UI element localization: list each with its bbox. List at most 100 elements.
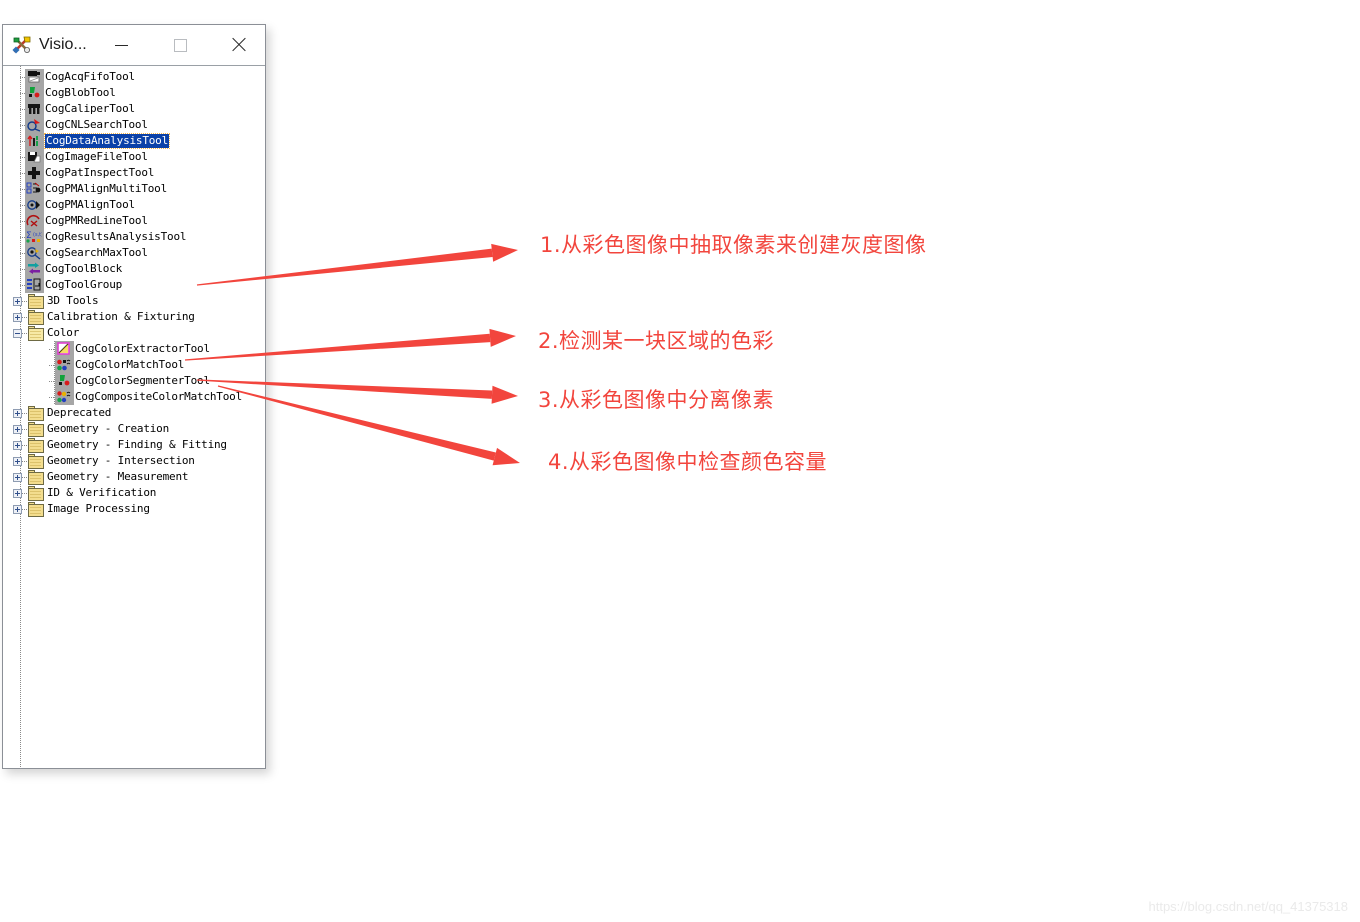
expand-plus-icon[interactable] [13,313,22,322]
tree-item-label: CogSearchMaxTool [45,246,148,259]
tree-tool-row[interactable]: CogColorMatchTool [3,357,265,373]
color-match-tool-icon [56,358,72,372]
folder-icon [28,454,44,469]
tree-elbow [20,269,25,270]
tree-folder-row[interactable]: Geometry - Intersection [3,453,265,469]
pmredline-tool-icon [26,214,42,228]
tree-elbow [20,253,25,254]
tree-folder-row[interactable]: Geometry - Measurement [3,469,265,485]
tree-item-label: Geometry - Creation [47,422,170,435]
expand-plus-icon[interactable] [13,441,22,450]
tree-elbow [22,317,27,318]
tree-subtrunk-line [54,341,55,405]
expand-plus-icon[interactable] [13,489,22,498]
tree-elbow [20,77,25,78]
minimize-button[interactable] [99,25,143,65]
tree-tool-row[interactable]: CogPatInspectTool [3,165,265,181]
tree-tool-row[interactable]: CogColorSegmenterTool [3,373,265,389]
window-title: Visio... [39,36,87,53]
tree-elbow [20,93,25,94]
tree-folder-row[interactable]: ID & Verification [3,485,265,501]
tree-item-label: Color [47,326,80,339]
tree-item-label: Geometry - Measurement [47,470,189,483]
tree-tool-row[interactable]: CogPMAlignMultiTool [3,181,265,197]
tree-item-label: CogToolGroup [45,278,123,291]
tree-tool-row[interactable]: CogBlobTool [3,85,265,101]
search-tool-icon [26,118,42,132]
tree-folder-row[interactable]: Geometry - Creation [3,421,265,437]
expand-plus-icon[interactable] [13,505,22,514]
tree-tool-row[interactable]: Σ(s,t)CogResultsAnalysisTool [3,229,265,245]
expand-plus-icon[interactable] [13,409,22,418]
close-icon [231,37,247,53]
tree-item-label: CogPatInspectTool [45,166,155,179]
close-button[interactable] [217,25,261,65]
window-titlebar[interactable]: Visio... [3,25,265,66]
watermark: https://blog.csdn.net/qq_41375318 [1148,899,1349,914]
tree-item-label: 3D Tools [47,294,99,307]
tree-elbow [22,413,27,414]
maximize-button[interactable] [158,25,202,65]
expand-plus-icon[interactable] [13,425,22,434]
folder-icon [28,422,44,437]
visio-tool-palette-window: Visio... CogAcqFifoTool CogBlobTool CogCal… [2,24,266,769]
folder-icon [28,438,44,453]
tree-item-label: CogToolBlock [45,262,123,275]
tree-elbow [22,333,27,334]
tool-tree[interactable]: CogAcqFifoTool CogBlobTool CogCaliperTool C… [3,66,265,767]
maximize-icon [173,38,187,52]
color-extractor-tool-icon [56,342,72,356]
tree-tool-row[interactable]: CogToolBlock [3,261,265,277]
expand-plus-icon[interactable] [13,457,22,466]
tree-item-label: CogCaliperTool [45,102,135,115]
folder-icon [28,486,44,501]
tree-tool-row[interactable]: CogToolGroup [3,277,265,293]
tree-item-label: CogColorExtractorTool [75,342,210,355]
tool-group-icon [26,278,42,292]
caliper-tool-icon [26,102,42,116]
tree-tool-row[interactable]: CogColorExtractorTool [3,341,265,357]
search-max-tool-icon [26,246,42,260]
tree-elbow [20,141,25,142]
tree-folder-row[interactable]: Color [3,325,265,341]
screenshot-root: Visio... CogAcqFifoTool CogBlobTool CogCal… [0,0,1360,922]
tree-folder-row[interactable]: 3D Tools [3,293,265,309]
tree-tool-row[interactable]: CogSearchMaxTool [3,245,265,261]
tree-tool-row[interactable]: CogDataAnalysisTool [3,133,265,149]
tree-item-label: CogPMAlignTool [45,198,135,211]
tree-item-label: Deprecated [47,406,112,419]
collapse-minus-icon[interactable] [13,329,22,338]
tree-elbow [20,189,25,190]
expand-plus-icon[interactable] [13,297,22,306]
color-segmenter-tool-icon [56,374,72,388]
tree-elbow [20,237,25,238]
tools-icon [11,34,33,56]
tree-tool-row[interactable]: CogPMAlignTool [3,197,265,213]
tree-elbow [22,445,27,446]
tree-item-label: Geometry - Intersection [47,454,195,467]
expand-plus-icon[interactable] [13,473,22,482]
tree-tool-row[interactable]: CogAcqFifoTool [3,69,265,85]
tree-item-label: CogCNLSearchTool [45,118,148,131]
tree-item-label: CogBlobTool [45,86,116,99]
tree-tool-row[interactable]: CogPMRedLineTool [3,213,265,229]
folder-icon [28,406,44,421]
tree-tool-row[interactable]: CogImageFileTool [3,149,265,165]
tree-elbow [22,493,27,494]
tree-tool-row[interactable]: CogCompositeColorMatchTool [3,389,265,405]
tree-item-label: CogPMAlignMultiTool [45,182,168,195]
tree-folder-row[interactable]: Deprecated [3,405,265,421]
tree-folder-row[interactable]: Calibration & Fixturing [3,309,265,325]
tool-block-icon [26,262,42,276]
tree-folder-row[interactable]: Geometry - Finding & Fitting [3,437,265,453]
tree-folder-row[interactable]: Image Processing [3,501,265,517]
tree-item-label: CogColorSegmenterTool [75,374,210,387]
tree-tool-row[interactable]: CogCaliperTool [3,101,265,117]
folder-icon [28,310,44,325]
pat-inspect-tool-icon [26,166,42,180]
composite-color-match-tool-icon [56,390,72,404]
blob-tool-icon [26,86,42,100]
tree-elbow [20,285,25,286]
tree-tool-row[interactable]: CogCNLSearchTool [3,117,265,133]
folder-icon [28,502,44,517]
